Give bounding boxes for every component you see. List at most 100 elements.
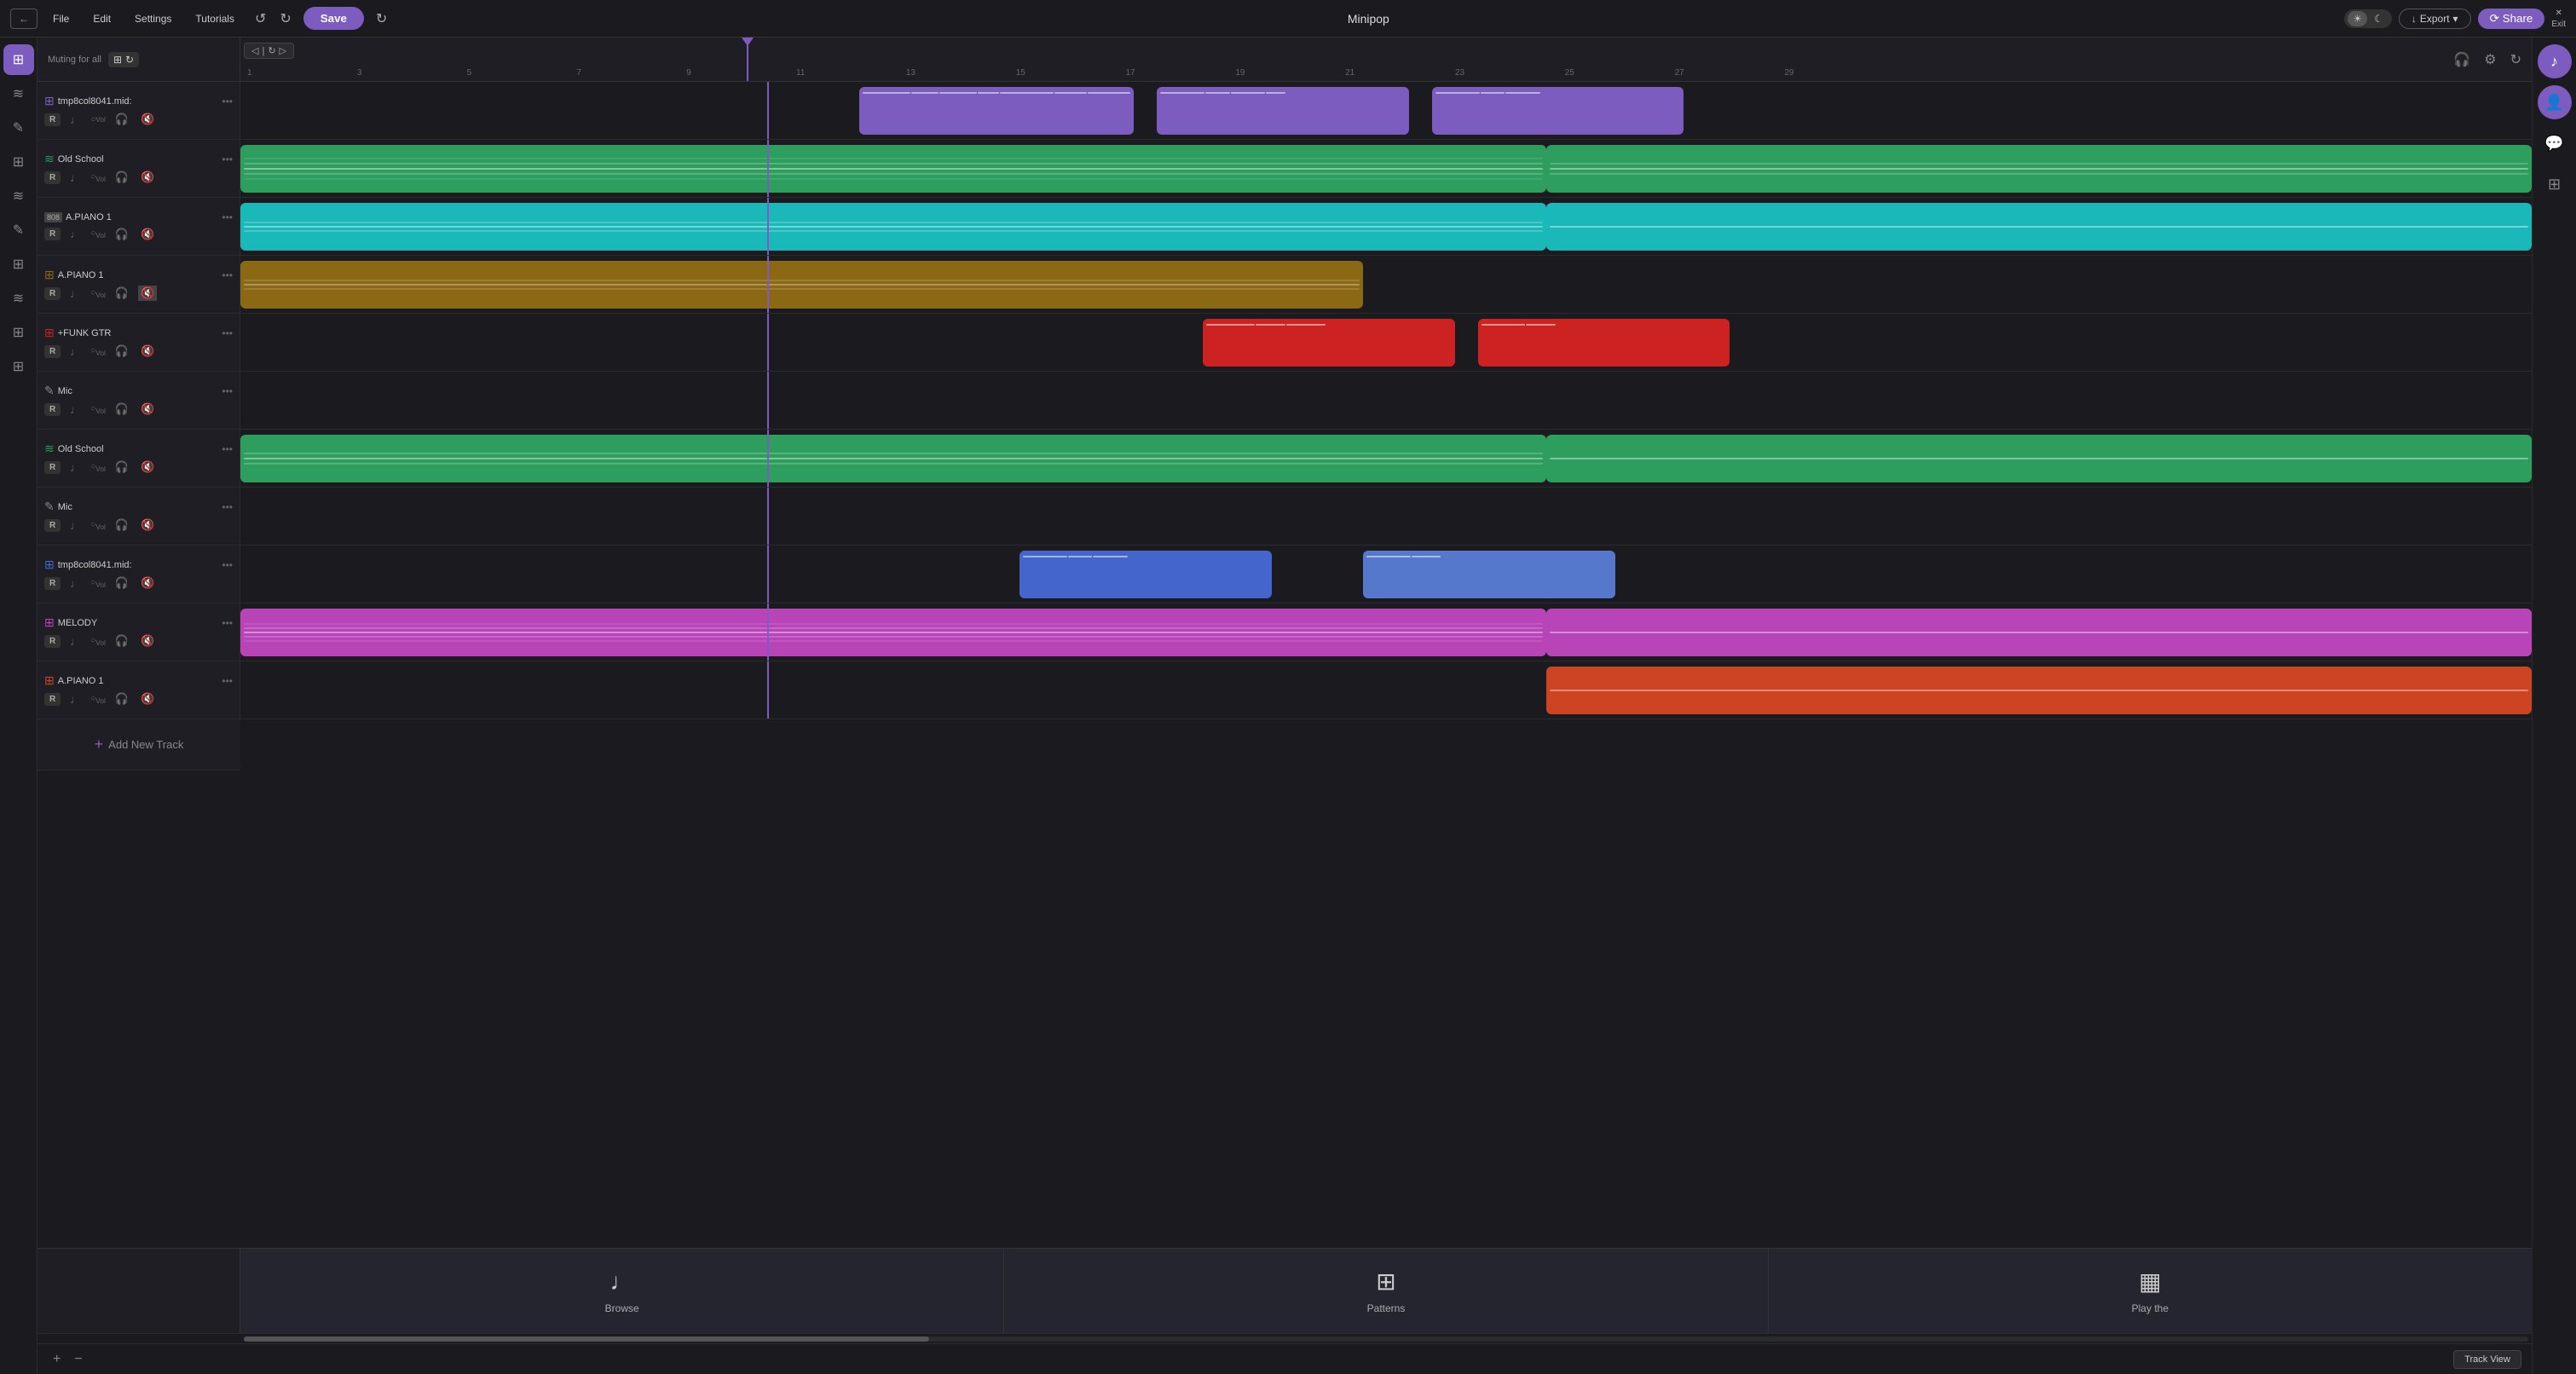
track-3-content[interactable] [240, 198, 2532, 255]
track-11-tune-button[interactable]: ♩ [67, 692, 84, 707]
settings-icon-button[interactable]: ⚙ [2481, 48, 2499, 72]
track-1-block-1[interactable] [859, 87, 1135, 135]
track-11-content[interactable] [240, 661, 2532, 719]
rs-user-icon[interactable]: 👤 [2538, 85, 2572, 119]
menu-settings[interactable]: Settings [126, 9, 180, 28]
part-indicator[interactable]: ◁ | ↻ ▷ [244, 43, 294, 59]
track-1-block-2[interactable] [1157, 87, 1409, 135]
track-7-tune-button[interactable]: ♩ [67, 460, 84, 475]
reload-button[interactable]: ↻ [371, 7, 392, 31]
track-2-block-2[interactable] [1546, 145, 2532, 193]
hscroll-thumb[interactable] [244, 1336, 929, 1342]
track-2-headphone-button[interactable]: 🎧 [113, 170, 131, 185]
timeline-ruler[interactable]: ◁ | ↻ ▷ 1 3 5 7 9 11 13 15 17 19 21 [240, 38, 2443, 81]
menu-tutorials[interactable]: Tutorials [187, 9, 243, 28]
track-6-tune-button[interactable]: ♩ [67, 402, 84, 417]
sidebar-icon-settings[interactable]: ≋ [3, 283, 34, 314]
rs-chat-icon[interactable]: 💬 [2538, 126, 2572, 160]
track-4-r-button[interactable]: R [44, 287, 61, 300]
track-4-block-1[interactable] [240, 261, 1363, 309]
track-4-tune-button[interactable]: ♩ [67, 286, 84, 301]
menu-file[interactable]: File [44, 9, 78, 28]
sidebar-icon-mixer2[interactable]: ⊞ [3, 351, 34, 382]
track-11-r-button[interactable]: R [44, 693, 61, 706]
sidebar-icon-extra[interactable]: ⊞ [3, 317, 34, 348]
track-8-r-button[interactable]: R [44, 519, 61, 532]
track-6-mute-button[interactable]: 🔇 [138, 401, 157, 417]
track-1-r-button[interactable]: R [44, 113, 61, 126]
redo-button[interactable]: ↻ [274, 7, 296, 31]
undo-button[interactable]: ↺ [250, 7, 271, 31]
track-5-headphone-button[interactable]: 🎧 [113, 344, 131, 359]
track-5-r-button[interactable]: R [44, 345, 61, 358]
sidebar-icon-mixer[interactable]: ✎ [3, 113, 34, 143]
back-button[interactable]: ← [10, 9, 38, 29]
track-6-headphone-button[interactable]: 🎧 [113, 401, 131, 417]
track-4-mute-button[interactable]: 🔇 [138, 286, 157, 301]
track-1-headphone-button[interactable]: 🎧 [113, 112, 131, 127]
play-panel-button[interactable]: ▦ Play the [1769, 1249, 2532, 1333]
track-3-block-1[interactable] [240, 203, 1546, 251]
browse-panel-button[interactable]: ♩ Browse [240, 1249, 1004, 1333]
track-9-block-1[interactable] [1019, 551, 1272, 598]
track-3-tune-button[interactable]: ♩ [67, 227, 84, 241]
light-theme[interactable]: ☀ [2348, 11, 2367, 26]
track-8-tune-button[interactable]: ♩ [67, 518, 84, 533]
track-7-headphone-button[interactable]: 🎧 [113, 459, 131, 475]
track-10-tune-button[interactable]: ♩ [67, 634, 84, 649]
track-9-headphone-button[interactable]: 🎧 [113, 575, 131, 591]
track-4-content[interactable] [240, 256, 2532, 313]
track-8-headphone-button[interactable]: 🎧 [113, 517, 131, 533]
horizontal-scrollbar[interactable] [38, 1333, 2532, 1343]
track-10-block-2[interactable] [1546, 609, 2532, 656]
track-11-mute-button[interactable]: 🔇 [138, 691, 157, 707]
share-button[interactable]: ⟳ Share [2478, 9, 2545, 29]
track-9-mute-button[interactable]: 🔇 [138, 575, 157, 591]
muting-control[interactable]: ⊞ ↻ [108, 52, 139, 67]
track-1-tune-button[interactable]: ♩ [67, 113, 84, 127]
menu-edit[interactable]: Edit [84, 9, 119, 28]
sidebar-icon-plugin[interactable]: ✎ [3, 215, 34, 245]
track-8-mute-button[interactable]: 🔇 [138, 517, 157, 533]
track-9-r-button[interactable]: R [44, 577, 61, 590]
theme-toggle[interactable]: ☀ ☾ [2344, 9, 2392, 28]
track-9-more-button[interactable]: ••• [222, 559, 233, 571]
sidebar-icon-fx[interactable]: ≋ [3, 78, 34, 109]
track-7-content[interactable] [240, 430, 2532, 487]
track-7-mute-button[interactable]: 🔇 [138, 459, 157, 475]
exit-button[interactable]: ✕ Exit [2551, 9, 2566, 29]
hscroll-track[interactable] [244, 1336, 2528, 1342]
track-8-more-button[interactable]: ••• [222, 501, 233, 513]
track-2-more-button[interactable]: ••• [222, 153, 233, 165]
track-9-content[interactable] [240, 546, 2532, 603]
loop-button[interactable]: ↻ [2507, 48, 2525, 72]
track-2-tune-button[interactable]: ♩ [67, 170, 84, 185]
export-button[interactable]: ↓ Export ▾ [2399, 9, 2471, 29]
rs-music-icon[interactable]: ♪ [2538, 44, 2572, 78]
track-5-more-button[interactable]: ••• [222, 327, 233, 339]
track-9-block-2[interactable] [1363, 551, 1615, 598]
sidebar-icon-samples[interactable]: ⊞ [3, 249, 34, 280]
track-1-content[interactable] [240, 82, 2532, 139]
track-2-block-1[interactable] [240, 145, 1546, 193]
track-1-more-button[interactable]: ••• [222, 95, 233, 107]
track-2-content[interactable] [240, 140, 2532, 197]
track-10-block-1[interactable] [240, 609, 1546, 656]
track-6-more-button[interactable]: ••• [222, 385, 233, 397]
track-10-more-button[interactable]: ••• [222, 617, 233, 629]
track-11-block-1[interactable] [1546, 667, 2532, 714]
sidebar-icon-instruments[interactable]: ⊞ [3, 44, 34, 75]
track-1-block-3[interactable] [1432, 87, 1684, 135]
save-button[interactable]: Save [303, 7, 364, 30]
track-10-mute-button[interactable]: 🔇 [138, 633, 157, 649]
dark-theme[interactable]: ☾ [2369, 11, 2388, 26]
track-5-block-2[interactable] [1478, 319, 1730, 367]
rs-mixer-icon[interactable]: ⊞ [2538, 167, 2572, 201]
track-3-headphone-button[interactable]: 🎧 [113, 227, 131, 242]
sidebar-icon-piano[interactable]: ≋ [3, 181, 34, 211]
zoom-out-button[interactable]: − [69, 1350, 87, 1369]
track-5-content[interactable] [240, 314, 2532, 371]
track-10-r-button[interactable]: R [44, 635, 61, 648]
track-5-mute-button[interactable]: 🔇 [138, 344, 157, 359]
track-8-content[interactable] [240, 488, 2532, 545]
